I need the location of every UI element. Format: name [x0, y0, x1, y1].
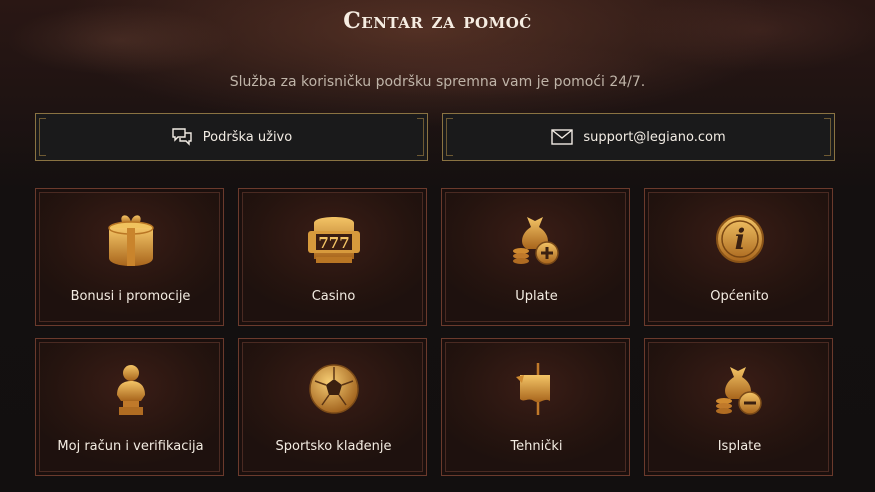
category-card-casino[interactable]: 777 Casino	[238, 188, 427, 326]
svg-text:777: 777	[318, 234, 349, 252]
category-card-deposits[interactable]: Uplate	[441, 188, 630, 326]
category-card-bonuses[interactable]: Bonusi i promocije	[35, 188, 224, 326]
category-label: Tehnički	[510, 439, 563, 454]
live-chat-button[interactable]: Podrška uživo	[35, 113, 428, 161]
page-subtitle: Služba za korisničku podršku spremna vam…	[229, 74, 646, 90]
envelope-icon	[551, 129, 574, 145]
category-card-withdrawals[interactable]: Isplate	[644, 338, 833, 476]
category-card-account[interactable]: Moj račun i verifikacija	[35, 338, 224, 476]
category-label: Općenito	[710, 289, 769, 304]
gift-box-icon	[36, 209, 225, 269]
bust-statue-icon	[36, 359, 225, 419]
category-label: Isplate	[717, 439, 762, 454]
email-label: support@legiano.com	[583, 129, 726, 145]
banner-standard-icon	[442, 359, 631, 419]
category-label: Bonusi i promocije	[70, 289, 191, 304]
category-label: Moj račun i verifikacija	[57, 439, 204, 454]
svg-text:i: i	[734, 223, 745, 256]
slot-machine-icon: 777	[239, 209, 428, 269]
money-bag-plus-icon	[442, 209, 631, 269]
category-label: Uplate	[515, 289, 558, 304]
email-support-button[interactable]: support@legiano.com	[442, 113, 835, 161]
category-label: Casino	[311, 289, 356, 304]
soccer-ball-icon	[239, 359, 428, 419]
category-card-general[interactable]: i Općenito	[644, 188, 833, 326]
live-chat-label: Podrška uživo	[202, 129, 293, 145]
category-card-sports-betting[interactable]: Sportsko klađenje	[238, 338, 427, 476]
money-bag-minus-icon	[645, 359, 834, 419]
page-title: Centar za pomoć	[343, 8, 532, 34]
category-label: Sportsko klađenje	[275, 439, 392, 454]
info-icon: i	[645, 209, 834, 269]
chat-bubbles-icon	[171, 127, 193, 147]
category-card-technical[interactable]: Tehnički	[441, 338, 630, 476]
